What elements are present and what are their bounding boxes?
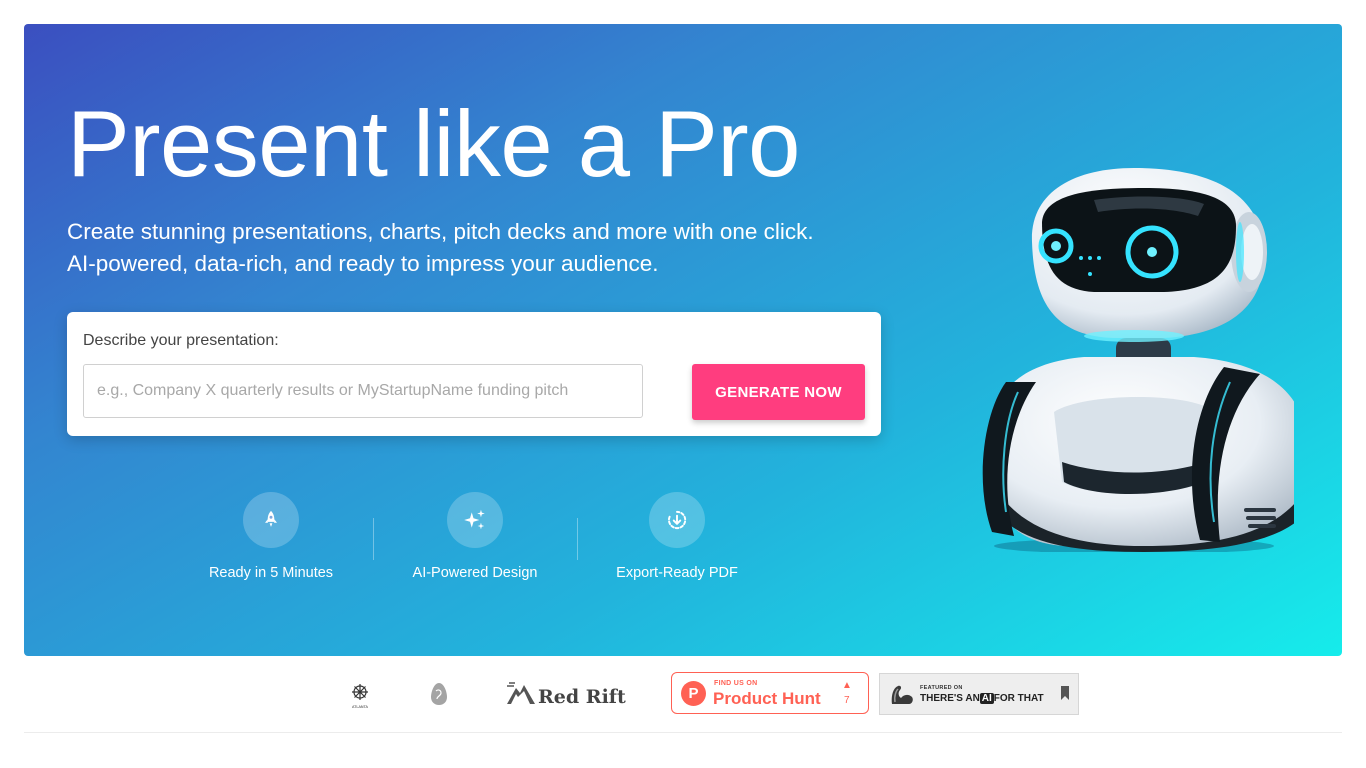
aift-title-post: FOR THAT (993, 693, 1044, 704)
form-label: Describe your presentation: (83, 332, 279, 349)
product-hunt-title: Product Hunt (713, 689, 821, 708)
aift-small-text: FEATURED ON (920, 685, 963, 691)
partner-logos: ATLANTA Red Rift P FIND US ON Product Hu… (0, 668, 1366, 720)
theres-an-ai-for-that-badge[interactable]: FEATURED ON THERE'S AN AI FOR THAT (879, 673, 1079, 715)
arm-flex-icon (891, 685, 913, 704)
red-rift-logo[interactable]: Red Rift (538, 686, 626, 708)
feature-label: Ready in 5 Minutes (208, 565, 334, 581)
hero-section: Present like a Pro Create stunning prese… (24, 24, 1342, 656)
atlanta-logo-text: ATLANTA (352, 705, 369, 709)
feature-label: AI-Powered Design (412, 565, 538, 581)
feature-export-ready-pdf: Export-Ready PDF (597, 492, 757, 581)
feature-label: Export-Ready PDF (616, 565, 738, 581)
feature-divider (373, 518, 374, 560)
product-hunt-small-text: FIND US ON (714, 680, 758, 687)
bookmark-icon (1061, 686, 1069, 700)
bottom-divider (24, 732, 1342, 733)
aift-title-pre: THERE'S AN (920, 693, 980, 704)
egg-logo[interactable] (430, 682, 448, 706)
presentation-form: Describe your presentation: GENERATE NOW (67, 312, 881, 436)
generate-now-button[interactable]: GENERATE NOW (692, 364, 865, 420)
download-icon (649, 492, 705, 548)
aift-title-ai: AI (979, 693, 994, 704)
sparkles-icon (447, 492, 503, 548)
hero-subtitle-line-2: AI-powered, data-rich, and ready to impr… (67, 251, 659, 276)
hero-title: Present like a Pro (67, 91, 800, 196)
hero-subtitle: Create stunning presentations, charts, p… (67, 216, 927, 280)
product-hunt-badge[interactable]: P FIND US ON Product Hunt ▲ 7 (671, 672, 869, 714)
aift-title: THERE'S AN AI FOR THAT (920, 693, 1044, 704)
upvote-arrow-icon: ▲ (842, 680, 852, 691)
feature-ready-in-5-minutes: Ready in 5 Minutes (191, 492, 351, 581)
feature-ai-powered-design: AI-Powered Design (395, 492, 555, 581)
presentation-description-input[interactable] (83, 364, 643, 418)
rocket-icon (243, 492, 299, 548)
product-hunt-upvote-count: 7 (844, 695, 850, 706)
atlanta-logo[interactable]: ATLANTA (346, 682, 374, 710)
feature-divider (577, 518, 578, 560)
hero-subtitle-line-1: Create stunning presentations, charts, p… (67, 219, 814, 244)
product-hunt-icon: P (681, 681, 706, 706)
red-rift-mountain-icon (505, 680, 537, 708)
robot-illustration (982, 168, 1294, 552)
